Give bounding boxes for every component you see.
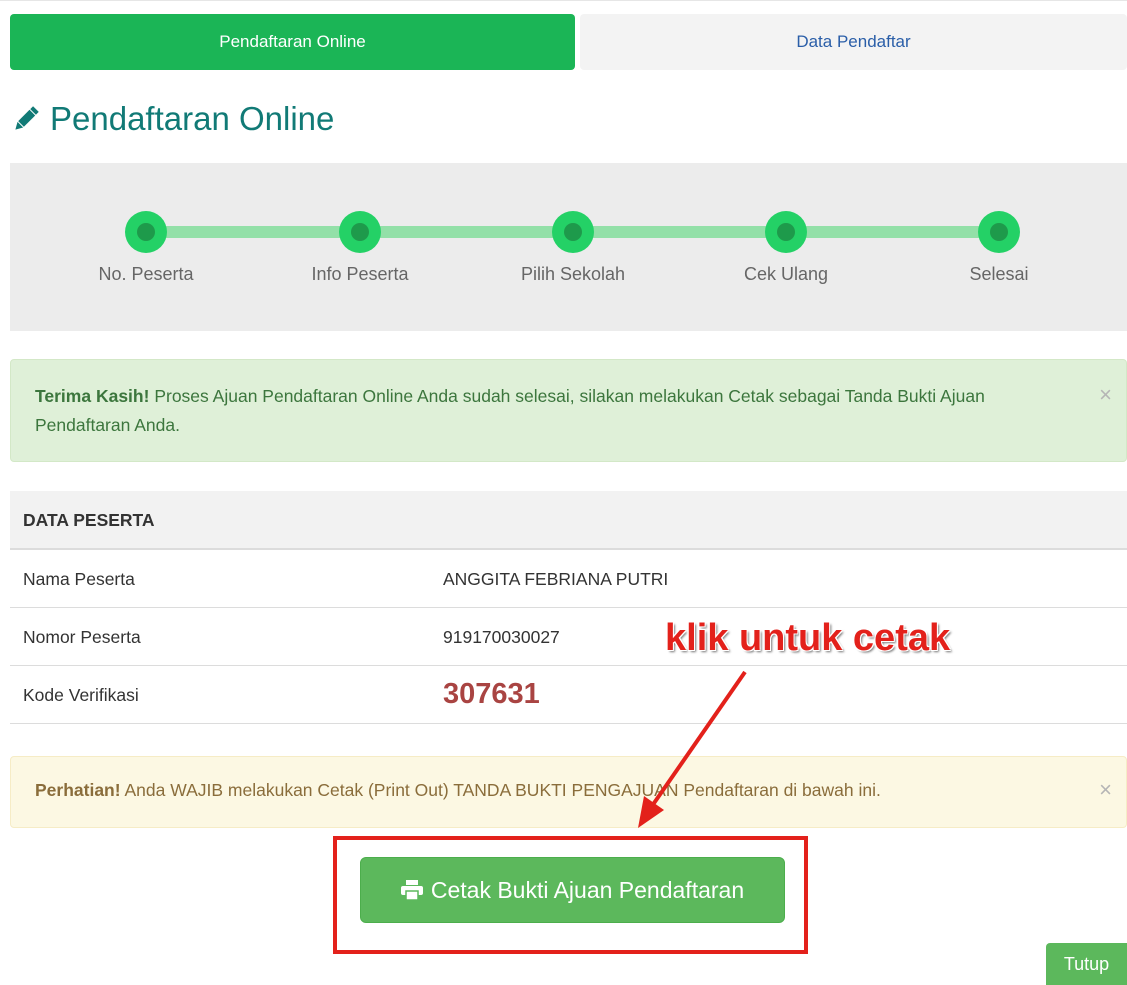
- pencil-icon: [15, 106, 39, 130]
- success-alert-strong: Terima Kasih!: [35, 386, 150, 406]
- step-label-pilih-sekolah: Pilih Sekolah: [520, 264, 626, 284]
- step-dot-5: [978, 211, 1020, 253]
- table-header: DATA PESERTA: [23, 510, 155, 530]
- warning-alert-close-button[interactable]: ×: [1099, 777, 1112, 803]
- warning-alert-text: Perhatian! Anda WAJIB melakukan Cetak (P…: [35, 780, 881, 801]
- warning-alert-message: Anda WAJIB melakukan Cetak (Print Out) T…: [124, 780, 881, 800]
- progress-stepper: No. Peserta Info Peserta Pilih Sekolah C…: [10, 163, 1127, 331]
- step-label-no-peserta: No. Peserta: [98, 264, 194, 284]
- kode-verifikasi-label: Kode Verifikasi: [23, 685, 139, 705]
- step-dot-1: [125, 211, 167, 253]
- success-alert-close-button[interactable]: ×: [1099, 382, 1112, 408]
- page-title-text: Pendaftaran Online: [50, 100, 335, 137]
- nomor-peserta-value: 919170030027: [443, 627, 560, 647]
- cetak-bukti-button[interactable]: Cetak Bukti Ajuan Pendaftaran: [360, 857, 785, 923]
- success-alert-text: Terima Kasih! Proses Ajuan Pendaftaran O…: [35, 382, 1055, 440]
- cetak-bukti-label: Cetak Bukti Ajuan Pendaftaran: [430, 876, 745, 903]
- success-alert: Terima Kasih! Proses Ajuan Pendaftaran O…: [10, 359, 1127, 462]
- table-row: Kode Verifikasi 307631: [10, 666, 1127, 724]
- nomor-peserta-label: Nomor Peserta: [23, 627, 141, 647]
- table-row: Nomor Peserta 919170030027: [10, 608, 1127, 666]
- kode-verifikasi-value: 307631: [443, 678, 540, 710]
- step-dot-4: [765, 211, 807, 253]
- print-icon: [400, 880, 423, 900]
- data-peserta-table: DATA PESERTA Nama Peserta ANGGITA FEBRIA…: [10, 491, 1127, 724]
- table-header-row: DATA PESERTA: [10, 491, 1127, 550]
- step-label-info-peserta: Info Peserta: [311, 264, 409, 284]
- table-row: Nama Peserta ANGGITA FEBRIANA PUTRI: [10, 550, 1127, 608]
- tab-pendaftaran-online[interactable]: Pendaftaran Online: [10, 14, 575, 70]
- step-label-selesai: Selesai: [969, 264, 1029, 284]
- nama-peserta-value: ANGGITA FEBRIANA PUTRI: [443, 569, 669, 589]
- success-alert-message: Proses Ajuan Pendaftaran Online Anda sud…: [35, 386, 985, 435]
- step-dot-3: [552, 211, 594, 253]
- annotation-text: klik untuk cetak: [665, 617, 951, 659]
- page-title: Pendaftaran Online: [10, 100, 334, 138]
- step-label-cek-ulang: Cek Ulang: [743, 264, 829, 284]
- tutup-button[interactable]: Tutup: [1046, 943, 1127, 985]
- nama-peserta-label: Nama Peserta: [23, 569, 135, 589]
- warning-alert-strong: Perhatian!: [35, 780, 121, 800]
- step-dot-2: [339, 211, 381, 253]
- warning-alert: Perhatian! Anda WAJIB melakukan Cetak (P…: [10, 756, 1127, 828]
- top-border: [0, 0, 1127, 1]
- tab-data-pendaftar[interactable]: Data Pendaftar: [580, 14, 1127, 70]
